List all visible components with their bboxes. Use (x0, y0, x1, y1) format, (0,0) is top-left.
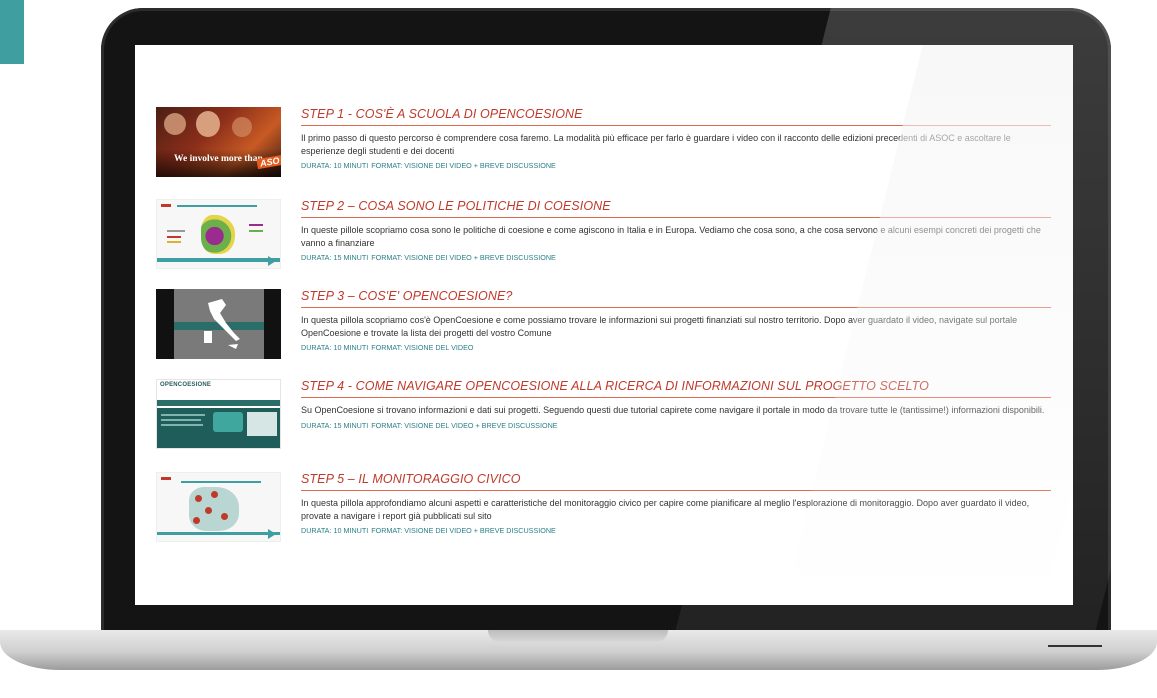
step-3-title: STEP 3 – COS'E' OPENCOESIONE? (301, 289, 1051, 308)
step-5-title: STEP 5 – IL MONITORAGGIO CIVICO (301, 472, 1051, 491)
laptop-base-line (1048, 645, 1102, 647)
step-5-duration: DURATA: 10 MINUTI (301, 526, 369, 535)
step-4-title: STEP 4 - COME NAVIGARE OPENCOESIONE ALLA… (301, 379, 1051, 398)
step-1-format: FORMAT: VISIONE DEI VIDEO + BREVE DISCUS… (371, 161, 556, 170)
step-3-format: FORMAT: VISIONE DEL VIDEO (371, 343, 474, 352)
step-5-format: FORMAT: VISIONE DEI VIDEO + BREVE DISCUS… (371, 526, 556, 535)
step-2-title: STEP 2 – COSA SONO LE POLITICHE DI COESI… (301, 199, 1051, 218)
step-1-description: Il primo passo di questo percorso è comp… (301, 133, 1011, 156)
step-3-video-thumbnail[interactable] (156, 289, 281, 359)
step-4-video-thumbnail[interactable]: OPENCOESIONE (156, 379, 281, 449)
step-4-description: Su OpenCoesione si trovano informazioni … (301, 405, 1045, 415)
step-2-duration: DURATA: 15 MINUTI (301, 253, 369, 262)
step-1-title: STEP 1 - COS'È A SCUOLA DI OPENCOESIONE (301, 107, 1051, 126)
step-3-duration: DURATA: 10 MINUTI (301, 343, 369, 352)
thumb-logo: OPENCOESIONE (160, 382, 212, 388)
step-2-format: FORMAT: VISIONE DEI VIDEO + BREVE DISCUS… (371, 253, 556, 262)
step-4-meta: DURATA: 15 MINUTI FORMAT: VISIONE DEL VID… (301, 421, 1051, 430)
step-5-video-thumbnail[interactable] (156, 472, 281, 542)
step-4-format: FORMAT: VISIONE DEL VIDEO + BREVE DISCUS… (371, 420, 558, 430)
step-3-description: In questa pillola scopriamo cos'è OpenCo… (301, 315, 1018, 338)
step-4-duration: DURATA: 15 MINUTI (301, 420, 369, 430)
step-1-video-thumbnail[interactable]: We involve more than ASO (156, 107, 281, 177)
step-3-meta: DURATA: 10 MINUTI FORMAT: VISIONE DEL VID… (301, 343, 1051, 352)
step-1-duration: DURATA: 10 MINUTI (301, 161, 369, 170)
step-5-description: In questa pillola approfondiamo alcuni a… (301, 498, 1030, 521)
thumb-caption: We involve more than (174, 154, 263, 164)
step-2-video-thumbnail[interactable] (156, 199, 281, 269)
corner-accent (0, 0, 24, 64)
step-5-meta: DURATA: 10 MINUTI FORMAT: VISIONE DEI VID… (301, 526, 1051, 535)
step-1-meta: DURATA: 10 MINUTI FORMAT: VISIONE DEI VID… (301, 161, 1051, 170)
step-2-description: In queste pillole scopriamo cosa sono le… (301, 225, 1041, 248)
laptop-notch (488, 630, 668, 642)
step-2-meta: DURATA: 15 MINUTI FORMAT: VISIONE DEI VID… (301, 253, 1051, 262)
italy-map-icon (204, 299, 240, 349)
laptop-screen: We involve more than ASO STEP 1 - COS'È … (135, 45, 1073, 605)
